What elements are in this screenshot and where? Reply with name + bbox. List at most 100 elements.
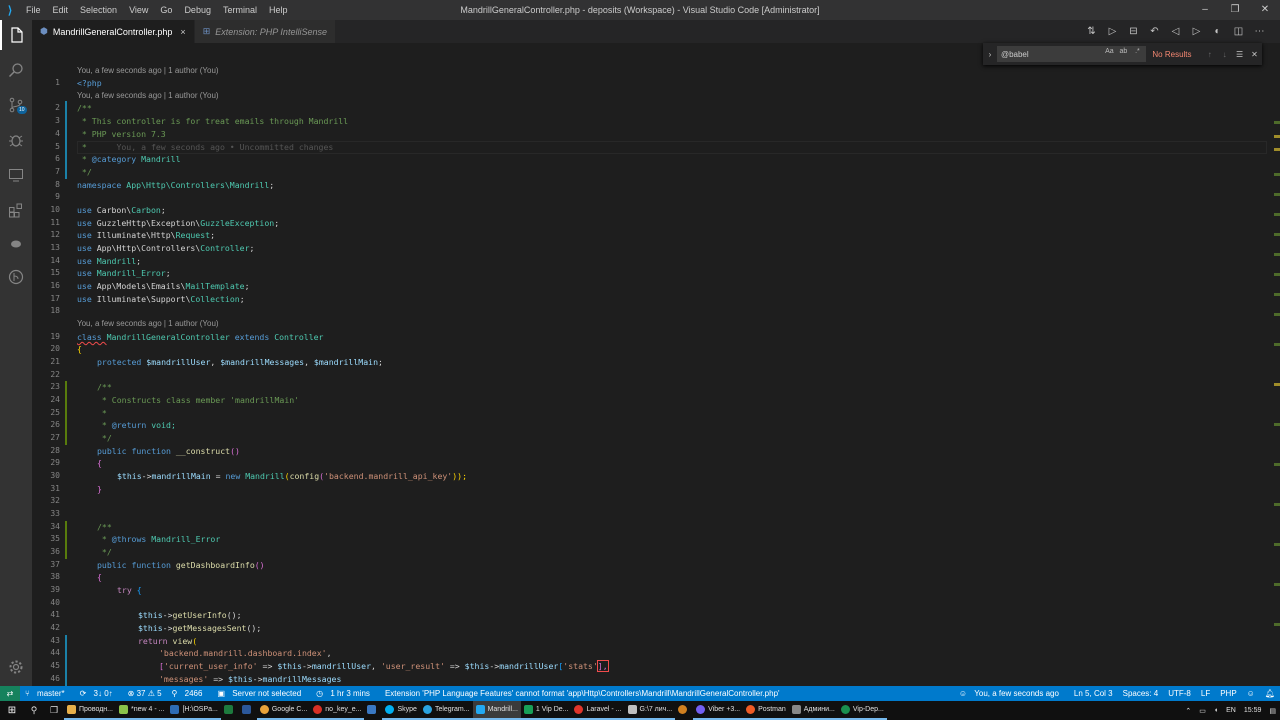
taskbar-item-laravel[interactable]: Laravel - ... bbox=[571, 701, 625, 720]
encoding[interactable]: UTF-8 bbox=[1163, 689, 1196, 698]
tray-overflow-chevron-up-icon[interactable]: ⌃ bbox=[1181, 707, 1195, 715]
close-icon[interactable]: × bbox=[180, 27, 185, 37]
git-branch[interactable]: ⑂ master* bbox=[20, 689, 75, 698]
close-window-button[interactable]: ✕ bbox=[1250, 0, 1280, 20]
notification-center-icon[interactable]: ▤ bbox=[1265, 707, 1280, 715]
taskbar-item-explorer[interactable]: Проводн... bbox=[64, 701, 116, 720]
server-status[interactable]: ▣ Server not selected bbox=[212, 689, 311, 698]
punct: , bbox=[371, 661, 381, 671]
more-actions-icon[interactable]: ⋯ bbox=[1249, 26, 1270, 37]
menu-help[interactable]: Help bbox=[263, 0, 294, 20]
clock[interactable]: 15:59 bbox=[1240, 707, 1266, 714]
menu-view[interactable]: View bbox=[123, 0, 154, 20]
menu-go[interactable]: Go bbox=[154, 0, 178, 20]
extensions-icon[interactable] bbox=[0, 195, 32, 225]
taskbar-item-viber[interactable]: Viber +3... bbox=[693, 701, 744, 720]
variable: $this bbox=[117, 471, 142, 481]
match-case-button[interactable]: Aa bbox=[1102, 48, 1116, 55]
split-editor-icon[interactable]: ◫ bbox=[1228, 26, 1249, 37]
taskbar-item-notepad[interactable]: *new 4 - ... bbox=[115, 701, 168, 720]
code-line: namespace App\Http\Controllers\Mandrill; bbox=[77, 179, 274, 192]
menu-terminal[interactable]: Terminal bbox=[217, 0, 263, 20]
network-icon[interactable]: ▭ bbox=[1195, 707, 1210, 715]
open-changes-icon[interactable]: ⊟ bbox=[1123, 26, 1144, 37]
compare-icon[interactable]: ⇅ bbox=[1081, 26, 1102, 37]
debug-icon[interactable] bbox=[0, 125, 32, 155]
links-counter[interactable]: ⚲ 2466 bbox=[167, 689, 213, 698]
taskbar-item-app[interactable] bbox=[364, 701, 382, 720]
cursor-position[interactable]: Ln 5, Col 3 bbox=[1069, 689, 1118, 698]
punct: ; bbox=[160, 205, 166, 215]
settings-gear-icon[interactable] bbox=[0, 652, 32, 682]
language-mode[interactable]: PHP bbox=[1215, 689, 1241, 698]
previous-revision-icon[interactable]: ◁ bbox=[1165, 26, 1186, 37]
next-revision-icon[interactable]: ▷ bbox=[1186, 26, 1207, 37]
docker-icon[interactable] bbox=[0, 228, 32, 258]
taskbar-item-chrome[interactable]: Google C... bbox=[256, 701, 311, 720]
taskbar-search-icon[interactable]: ⚲ bbox=[24, 705, 44, 716]
source-control-icon[interactable]: 10 bbox=[0, 90, 32, 120]
taskbar-item-admin[interactable]: Админи... bbox=[788, 701, 838, 720]
blame-text: You, a few seconds ago bbox=[974, 689, 1059, 698]
minimize-button[interactable]: – bbox=[1190, 0, 1220, 20]
class-name: MailTemplate bbox=[185, 281, 245, 291]
git-history-icon[interactable]: ↶ bbox=[1144, 26, 1165, 37]
previous-match-arrow-up-icon[interactable]: ↑ bbox=[1202, 50, 1217, 59]
notifications-bell-icon[interactable]: 🔔︎ bbox=[1260, 689, 1280, 698]
restore-button[interactable]: ❐ bbox=[1220, 0, 1250, 20]
menu-selection[interactable]: Selection bbox=[74, 0, 123, 20]
use-regex-button[interactable]: .* bbox=[1130, 48, 1144, 55]
run-icon[interactable]: ▷ bbox=[1102, 26, 1123, 37]
code-editor[interactable]: 1 2 3 4 5 6 7 8 9 10 11 12 13 14 15 16 1… bbox=[32, 43, 1280, 686]
remote-indicator-icon[interactable]: ⇄ bbox=[0, 686, 20, 701]
blame-status[interactable]: ☺ You, a few seconds ago bbox=[954, 689, 1069, 698]
tab-mandrill-controller[interactable]: ⬢ MandrillGeneralController.php × bbox=[32, 20, 195, 43]
keyboard-language[interactable]: EN bbox=[1222, 707, 1240, 714]
taskbar-item-excel[interactable] bbox=[221, 701, 239, 720]
code-line: use Mandrill_Error; bbox=[77, 267, 171, 280]
find-input[interactable]: @babel Aa ab .* bbox=[996, 46, 1147, 62]
indentation[interactable]: Spaces: 4 bbox=[1118, 689, 1164, 698]
menu-debug[interactable]: Debug bbox=[178, 0, 217, 20]
feedback-icon[interactable]: ☺ bbox=[1242, 689, 1260, 698]
line-number: 38 bbox=[50, 572, 60, 581]
end-of-line[interactable]: LF bbox=[1196, 689, 1215, 698]
toggle-replace-chevron-icon[interactable]: › bbox=[983, 50, 997, 59]
tab-extension-php-intellisense[interactable]: ⊞ Extension: PHP IntelliSense bbox=[194, 20, 336, 43]
code-text[interactable]: <?php /** * This controller is for treat… bbox=[77, 43, 1267, 686]
next-match-arrow-down-icon[interactable]: ↓ bbox=[1217, 50, 1232, 59]
menu-file[interactable]: File bbox=[20, 0, 47, 20]
ns: Carbon\ bbox=[96, 205, 132, 215]
taskbar-item-vscode[interactable]: Mandrill... bbox=[472, 701, 521, 720]
taskbar-item-folder[interactable]: G:\7 лич... bbox=[624, 701, 676, 720]
git-sync[interactable]: ⟳ 3↓ 0↑ bbox=[75, 689, 123, 698]
line-number: 45 bbox=[50, 661, 60, 670]
punct: ; bbox=[244, 281, 250, 291]
menu-edit[interactable]: Edit bbox=[47, 0, 75, 20]
taskbar-item-ospanel[interactable]: [H:\OSPa... bbox=[167, 701, 221, 720]
code-line: ['current_user_info' => $this->mandrillU… bbox=[159, 660, 609, 673]
task-view-icon[interactable]: ❐ bbox=[44, 705, 64, 716]
toggle-blame-icon[interactable]: ◐ bbox=[1207, 26, 1228, 37]
windows-start-icon[interactable]: ⊞ bbox=[0, 705, 24, 716]
taskbar-item-opera[interactable]: no_key_e... bbox=[310, 701, 365, 720]
editor-scrollbar[interactable] bbox=[1272, 43, 1280, 686]
gitlens-icon[interactable] bbox=[0, 262, 32, 292]
taskbar-item-vip-dep[interactable]: Vip-Dep... bbox=[837, 701, 887, 720]
taskbar-item-skype[interactable]: Skype bbox=[382, 701, 420, 720]
volume-icon[interactable]: ◖ bbox=[1210, 707, 1222, 714]
taskbar-item-telegram[interactable]: Telegram... bbox=[419, 701, 473, 720]
match-whole-word-button[interactable]: ab bbox=[1116, 48, 1130, 55]
problems-indicator[interactable]: ⊗ 37 ⚠ 5 bbox=[123, 689, 167, 698]
code-line: $this->mandrillMain = new Mandrill(confi… bbox=[117, 470, 467, 483]
close-find-icon[interactable]: ✕ bbox=[1247, 50, 1262, 59]
taskbar-item-vip-deposits[interactable]: 1 Vip De... bbox=[520, 701, 572, 720]
taskbar-item-word[interactable] bbox=[239, 701, 257, 720]
remote-explorer-icon[interactable] bbox=[0, 160, 32, 190]
taskbar-item-postman[interactable]: Postman bbox=[743, 701, 789, 720]
taskbar-item-app2[interactable] bbox=[675, 701, 693, 720]
find-in-selection-icon[interactable]: ☰ bbox=[1232, 50, 1247, 59]
time-tracker[interactable]: ◷ 1 hr 3 mins bbox=[311, 689, 380, 698]
search-icon[interactable] bbox=[0, 55, 32, 85]
explorer-icon[interactable] bbox=[0, 20, 32, 50]
